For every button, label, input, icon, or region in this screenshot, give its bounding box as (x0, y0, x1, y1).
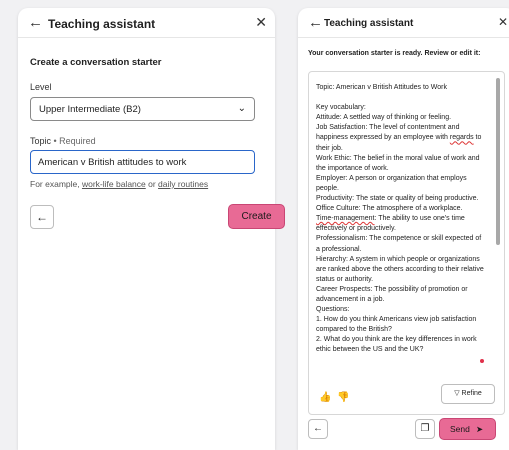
spellcheck-indicator (480, 359, 484, 363)
send-icon: ➤ (476, 424, 484, 434)
topic-label: Topic • Required (30, 136, 96, 146)
panel-header: ← Teaching assistant ✕ (298, 8, 509, 38)
filter-icon: ▽ (454, 390, 460, 397)
example-link-daily-routines[interactable]: daily routines (158, 179, 208, 189)
review-starter-panel: ← Teaching assistant ✕ Your conversation… (298, 8, 509, 450)
close-icon[interactable]: ✕ (255, 15, 267, 29)
topic-input-value: American v British attitudes to work (38, 157, 187, 168)
panel-title: Teaching assistant (48, 17, 156, 31)
back-button[interactable]: ← (308, 419, 328, 439)
send-button[interactable]: Send ➤ (439, 418, 496, 440)
thumbs-down-icon[interactable]: 👎 (337, 392, 349, 403)
starter-text-editor[interactable]: Topic: American v British Attitudes to W… (308, 71, 505, 415)
topic-examples: For example, work-life balance or daily … (30, 179, 209, 189)
panel-title: Teaching assistant (324, 18, 414, 29)
starter-text: Topic: American v British Attitudes to W… (316, 84, 484, 354)
back-button[interactable]: ← (30, 205, 54, 229)
example-link-work-life-balance[interactable]: work-life balance (82, 179, 146, 189)
copy-icon[interactable]: ❐ (415, 419, 435, 439)
create-starter-panel: ← Teaching assistant ✕ Create a conversa… (18, 8, 285, 450)
panel-header: ← Teaching assistant ✕ (18, 8, 275, 38)
close-icon[interactable]: ✕ (498, 15, 508, 29)
level-value: Upper Intermediate (B2) (39, 104, 141, 115)
form-heading: Create a conversation starter (30, 57, 162, 68)
scrollbar[interactable] (496, 78, 500, 245)
thumbs-up-icon[interactable]: 👍 (319, 392, 331, 403)
refine-button[interactable]: ▽ Refine (441, 384, 495, 404)
level-label: Level (30, 82, 52, 92)
topic-input[interactable]: American v British attitudes to work (30, 150, 255, 174)
chevron-down-icon: ⌄ (237, 103, 246, 114)
back-arrow-icon[interactable]: ← (308, 15, 323, 30)
ready-message: Your conversation starter is ready. Revi… (308, 50, 481, 57)
level-select[interactable]: Upper Intermediate (B2) ⌄ (30, 97, 255, 121)
back-arrow-icon[interactable]: ← (28, 15, 43, 30)
create-button[interactable]: Create (228, 204, 285, 229)
